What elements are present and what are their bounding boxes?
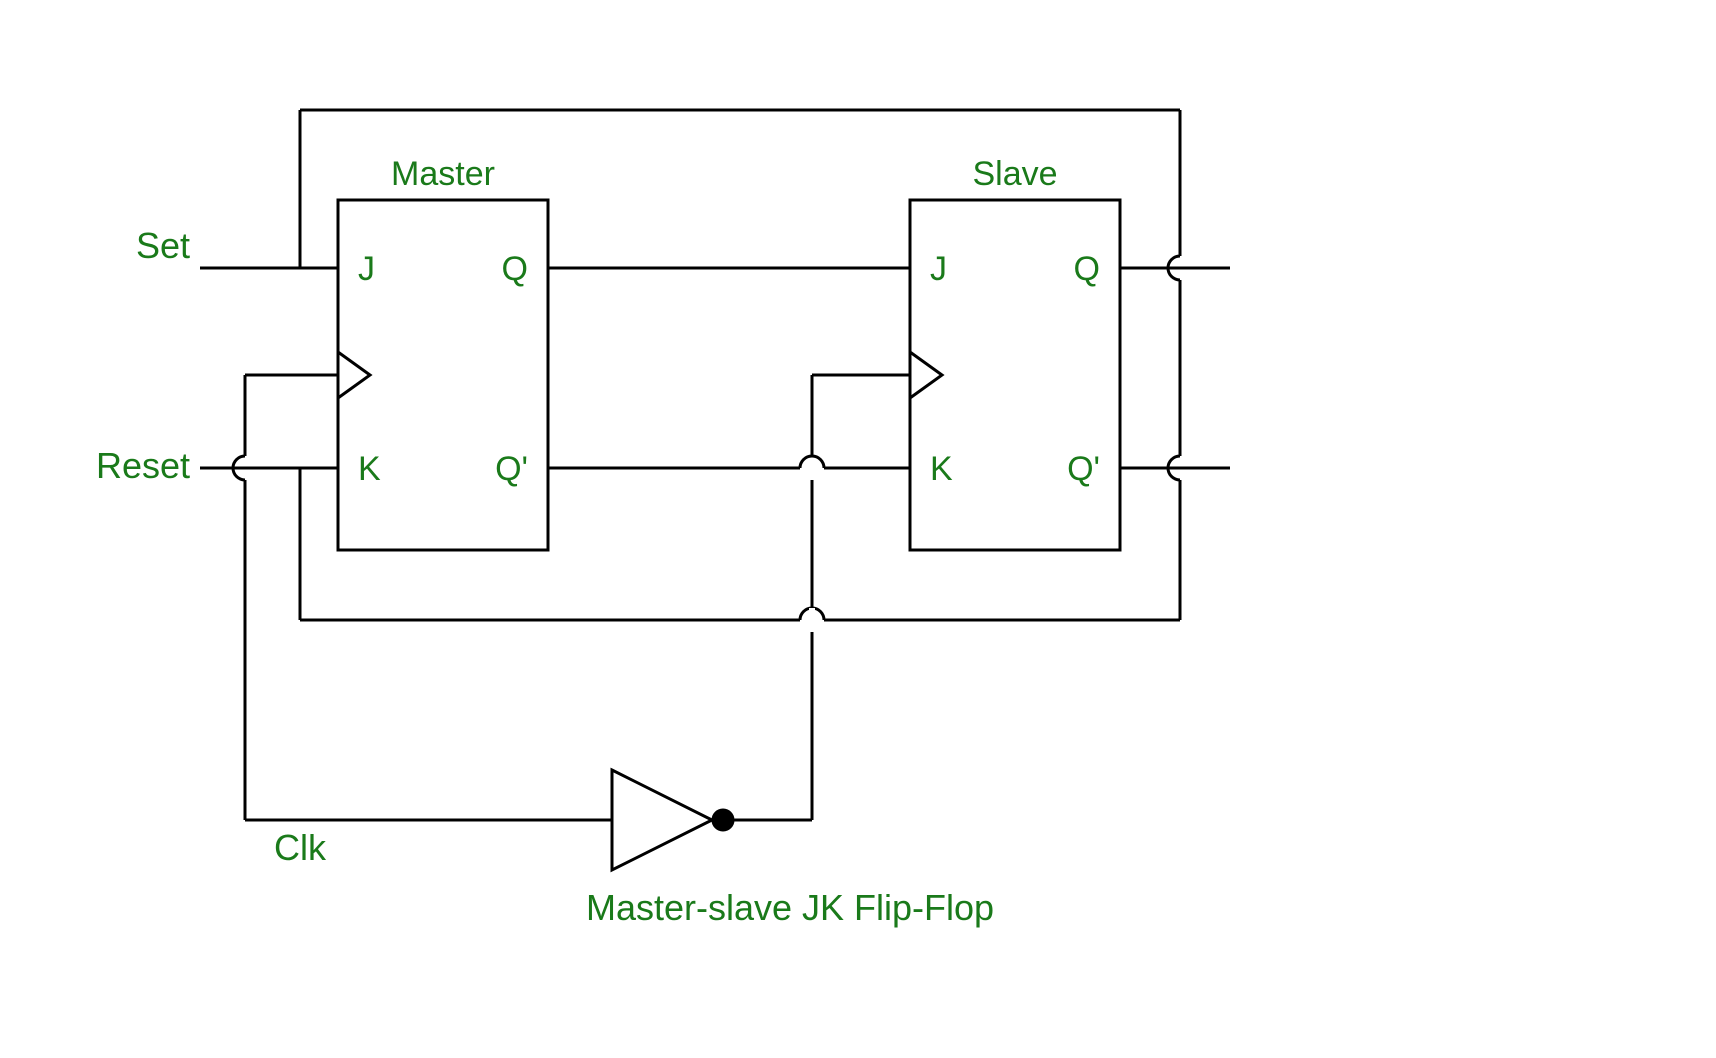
wire-hop-qprime xyxy=(800,456,824,468)
master-k-label: K xyxy=(358,450,381,488)
master-label: Master xyxy=(391,155,495,193)
slave-qn-label: Q' xyxy=(1067,450,1100,488)
diagram-title: Master-slave JK Flip-Flop xyxy=(586,887,994,928)
inverter-bubble-icon xyxy=(713,810,733,830)
slave-k-label: K xyxy=(930,450,953,488)
slave-label: Slave xyxy=(972,155,1057,193)
master-qn-label: Q' xyxy=(495,450,528,488)
jk-flip-flop-diagram: Master J K Q Q' Slave J K Q Q' xyxy=(0,0,1716,1058)
slave-clock-edge-icon xyxy=(910,352,942,398)
slave-j-label: J xyxy=(930,250,947,288)
reset-label: Reset xyxy=(96,445,190,486)
set-label: Set xyxy=(136,225,190,266)
master-clock-edge-icon xyxy=(338,352,370,398)
clk-label: Clk xyxy=(274,827,327,868)
master-q-label: Q xyxy=(502,250,528,288)
slave-q-label: Q xyxy=(1074,250,1100,288)
master-j-label: J xyxy=(358,250,375,288)
inverter-icon xyxy=(612,770,712,870)
